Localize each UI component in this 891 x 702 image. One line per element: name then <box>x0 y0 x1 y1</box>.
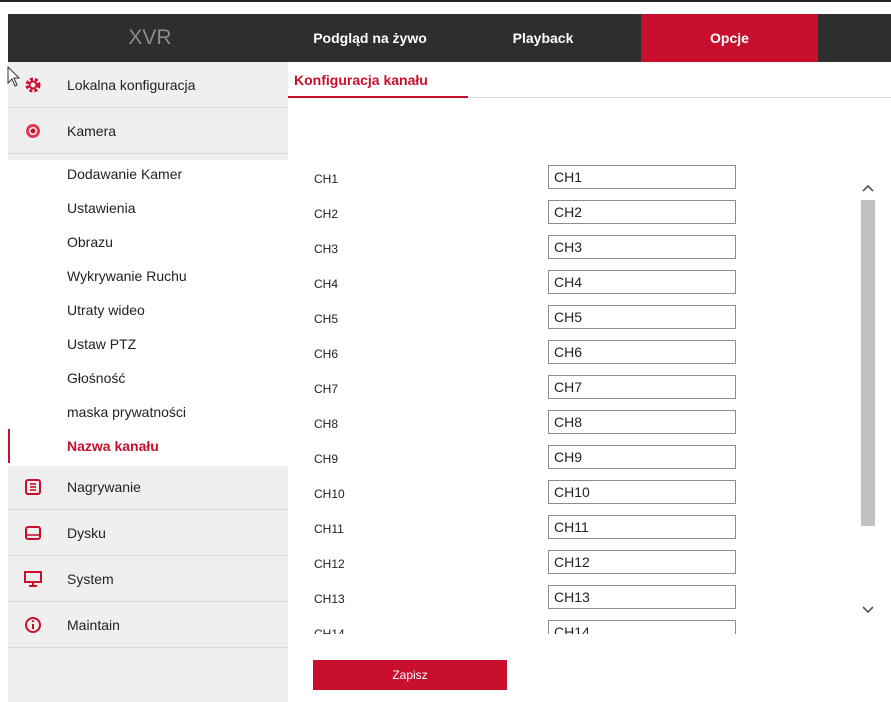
sidebar-item-maintain[interactable]: Maintain <box>8 602 288 648</box>
sidebar-item-label: Kamera <box>67 123 117 139</box>
channel-row: CH8 <box>288 405 888 440</box>
channel-label: CH11 <box>314 522 344 536</box>
channel-row: CH5 <box>288 300 888 335</box>
channel-name-input[interactable] <box>548 620 736 634</box>
tab-active-underline <box>288 96 468 98</box>
channel-label: CH13 <box>314 592 345 606</box>
channel-label: CH3 <box>314 242 339 256</box>
submenu-video-loss[interactable]: Utraty wideo <box>67 298 145 332</box>
submenu-settings[interactable]: Ustawienia <box>67 196 135 230</box>
channel-name-input[interactable] <box>548 235 736 259</box>
sidebar-item-label: Lokalna konfiguracja <box>67 77 196 93</box>
sidebar-item-system[interactable]: System <box>8 556 288 602</box>
submenu-volume[interactable]: Głośność <box>67 366 125 400</box>
sidebar-item-camera[interactable]: Kamera <box>8 108 288 154</box>
channel-name-input[interactable] <box>548 480 736 504</box>
channel-name-input[interactable] <box>548 340 736 364</box>
channel-name-input[interactable] <box>548 270 736 294</box>
channel-row: CH10 <box>288 475 888 510</box>
camera-icon <box>26 124 40 138</box>
submenu-channel-name[interactable]: Nazwa kanału <box>67 434 159 468</box>
sidebar-item-label: Maintain <box>67 617 120 633</box>
sidebar-item-label: Dysku <box>67 525 106 541</box>
submenu-motion-detection[interactable]: Wykrywanie Ruchu <box>67 264 187 298</box>
window-top-border <box>0 0 891 2</box>
mouse-cursor-icon <box>7 66 21 87</box>
submenu-privacy-mask[interactable]: maska prywatności <box>67 400 186 434</box>
submenu-image[interactable]: Obrazu <box>67 230 113 264</box>
channel-row: CH7 <box>288 370 888 405</box>
tab-playback[interactable]: Playback <box>484 14 602 62</box>
channel-label: CH5 <box>314 312 339 326</box>
top-navbar: XVR Podgląd na żywo Playback Opcje <box>8 14 891 62</box>
disk-icon <box>25 526 41 540</box>
tab-channel-config[interactable]: Konfiguracja kanału <box>290 62 432 98</box>
tab-live-view[interactable]: Podgląd na żywo <box>292 14 448 62</box>
channel-label: CH4 <box>314 277 339 291</box>
monitor-icon <box>24 571 42 587</box>
sidebar-item-local-config[interactable]: Lokalna konfiguracja <box>8 62 288 108</box>
channel-label: CH12 <box>314 557 345 571</box>
sidebar: Lokalna konfiguracja Kamera Dodawanie Ka… <box>8 62 288 702</box>
camera-submenu: Dodawanie Kamer Ustawienia Obrazu Wykryw… <box>8 160 288 466</box>
channel-name-input[interactable] <box>548 445 736 469</box>
channel-name-input[interactable] <box>548 375 736 399</box>
channel-label: CH7 <box>314 382 339 396</box>
channel-name-input[interactable] <box>548 165 736 189</box>
channel-row: CH6 <box>288 335 888 370</box>
channel-row: CH4 <box>288 265 888 300</box>
gear-icon <box>25 77 41 93</box>
chevron-down-icon[interactable] <box>859 602 877 618</box>
sidebar-item-disk[interactable]: Dysku <box>8 510 288 556</box>
active-indicator <box>8 429 10 463</box>
channel-label: CH10 <box>314 487 345 501</box>
channel-name-input[interactable] <box>548 200 736 224</box>
save-button[interactable]: Zapisz <box>313 660 507 690</box>
channel-row: CH1 <box>288 160 888 195</box>
submenu-add-camera[interactable]: Dodawanie Kamer <box>67 162 182 196</box>
channel-row: CH14 <box>288 615 888 634</box>
app-logo: XVR <box>128 26 172 49</box>
channel-list: CH1 CH2 CH3 CH4 CH5 CH6 CH7 CH8 CH9 CH10 CH11 CH12 C… <box>288 160 888 634</box>
sidebar-item-label: System <box>67 571 114 587</box>
sidebar-item-label: Nagrywanie <box>67 479 141 495</box>
channel-row: CH3 <box>288 230 888 265</box>
channel-row: CH13 <box>288 580 888 615</box>
channel-name-input[interactable] <box>548 515 736 539</box>
record-icon <box>25 479 41 495</box>
info-icon <box>25 617 41 633</box>
channel-label: CH9 <box>314 452 339 466</box>
channel-label: CH6 <box>314 347 339 361</box>
channel-label: CH8 <box>314 417 339 431</box>
channel-name-input[interactable] <box>548 550 736 574</box>
channel-name-input[interactable] <box>548 305 736 329</box>
channel-name-input[interactable] <box>548 585 736 609</box>
submenu-ptz[interactable]: Ustaw PTZ <box>67 332 136 366</box>
channel-row: CH2 <box>288 195 888 230</box>
sidebar-item-recording[interactable]: Nagrywanie <box>8 464 288 510</box>
channel-row: CH9 <box>288 440 888 475</box>
scrollbar-thumb[interactable] <box>861 200 875 526</box>
chevron-up-icon[interactable] <box>859 180 877 196</box>
tab-options[interactable]: Opcje <box>641 14 818 62</box>
scrollbar[interactable] <box>859 166 877 634</box>
channel-name-input[interactable] <box>548 410 736 434</box>
channel-label: CH14 <box>314 627 345 634</box>
channel-row: CH12 <box>288 545 888 580</box>
channel-row: CH11 <box>288 510 888 545</box>
channel-label: CH1 <box>314 172 339 186</box>
channel-label: CH2 <box>314 207 339 221</box>
